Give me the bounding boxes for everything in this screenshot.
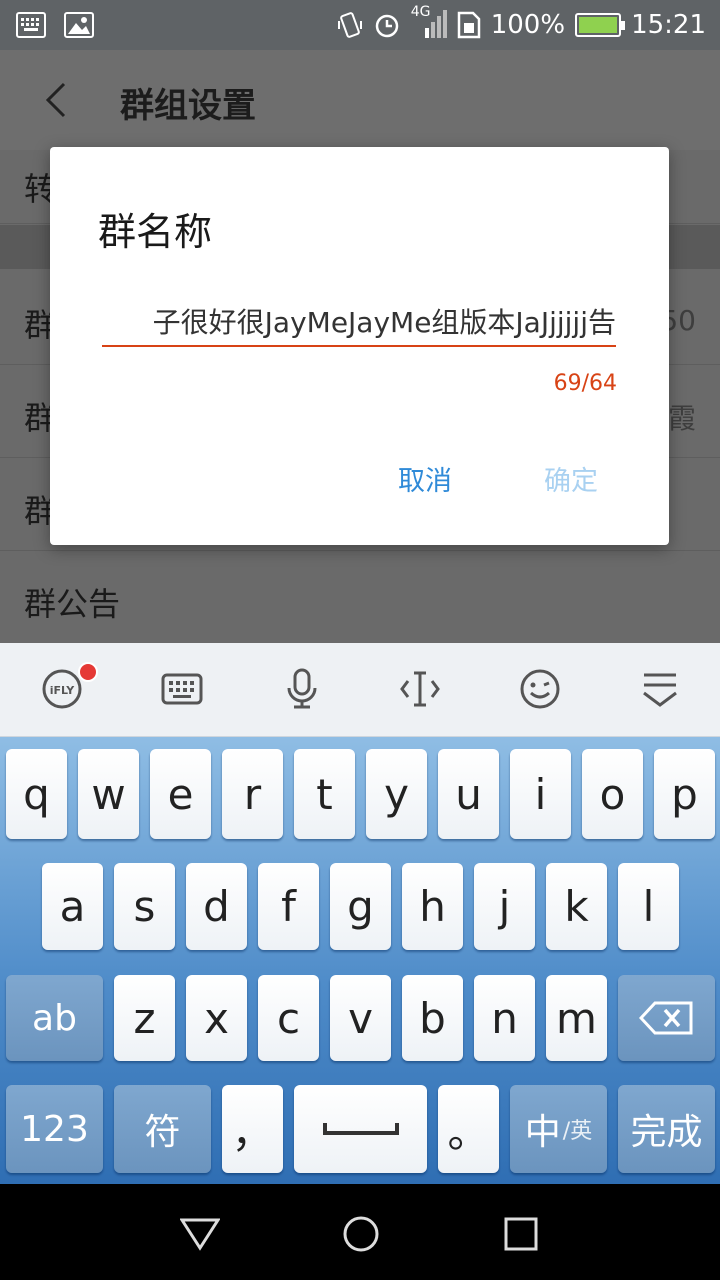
key-u[interactable]: u (438, 749, 499, 839)
status-bar: 4G 100% 15:21 (0, 0, 720, 50)
group-name-input[interactable]: 子很好很JayMeJayMe组版本JaJjjjjj告 (102, 297, 616, 347)
backspace-key[interactable] (618, 975, 715, 1061)
key-n[interactable]: n (474, 975, 535, 1061)
key-o[interactable]: o (582, 749, 643, 839)
row-value: 霞 (667, 402, 696, 435)
cancel-button[interactable]: 取消 (398, 459, 452, 498)
lang-main-label: 中 (524, 1112, 561, 1153)
text-cursor-icon[interactable] (398, 667, 442, 711)
sim-icon (457, 11, 480, 39)
keyboard-icon[interactable] (160, 667, 204, 711)
lang-sub-label: /英 (562, 1119, 593, 1144)
confirm-button[interactable]: 确定 (544, 459, 598, 498)
row-label: 群公告 (24, 585, 121, 623)
key-v[interactable]: v (330, 975, 391, 1061)
clock: 15:21 (631, 10, 706, 40)
hide-keyboard-icon[interactable] (638, 667, 682, 711)
key-e[interactable]: e (150, 749, 211, 839)
key-l[interactable]: l (618, 863, 679, 950)
key-s[interactable]: s (114, 863, 175, 950)
soft-keyboard: q w e r t y u i o p a s d f g h j k l ab… (0, 737, 720, 1184)
alarm-icon (375, 14, 398, 38)
app-bar: 群组设置 (0, 50, 720, 150)
space-key[interactable] (294, 1085, 427, 1173)
period-key[interactable]: 。 (438, 1085, 499, 1173)
key-p[interactable]: p (654, 749, 715, 839)
keyboard-icon (16, 12, 46, 38)
key-q[interactable]: q (6, 749, 67, 839)
key-w[interactable]: w (78, 749, 139, 839)
key-b[interactable]: b (402, 975, 463, 1061)
home-circle-icon[interactable] (341, 1214, 381, 1254)
navigation-bar (0, 1184, 720, 1280)
key-j[interactable]: j (474, 863, 535, 950)
page-title: 群组设置 (120, 86, 256, 126)
key-y[interactable]: y (366, 749, 427, 839)
done-key[interactable]: 完成 (618, 1085, 715, 1173)
dialog-title: 群名称 (98, 210, 213, 254)
key-g[interactable]: g (330, 863, 391, 950)
microphone-icon[interactable] (280, 667, 324, 711)
back-arrow-icon[interactable] (40, 82, 76, 118)
char-counter: 69/64 (553, 371, 617, 396)
image-icon (64, 12, 94, 38)
notification-dot (78, 662, 98, 682)
back-triangle-icon[interactable] (180, 1214, 220, 1254)
space-icon (322, 1123, 399, 1135)
key-t[interactable]: t (294, 749, 355, 839)
recents-square-icon[interactable] (501, 1214, 541, 1254)
key-k[interactable]: k (546, 863, 607, 950)
comma-key[interactable]: ， (222, 1085, 283, 1173)
language-toggle-key[interactable]: 中/英 (510, 1085, 607, 1173)
vibrate-icon (337, 12, 362, 38)
key-c[interactable]: c (258, 975, 319, 1061)
key-a[interactable]: a (42, 863, 103, 950)
group-name-dialog: 群名称 子很好很JayMeJayMe组版本JaJjjjjj告 69/64 取消 … (50, 147, 669, 545)
key-h[interactable]: h (402, 863, 463, 950)
backspace-icon (638, 1001, 692, 1035)
numbers-key[interactable]: 123 (6, 1085, 103, 1173)
key-r[interactable]: r (222, 749, 283, 839)
shift-key[interactable]: ab (6, 975, 103, 1061)
battery-icon (575, 13, 626, 37)
svg-text:iFLY: iFLY (50, 684, 76, 697)
key-i[interactable]: i (510, 749, 571, 839)
battery-percent: 100% (490, 10, 566, 40)
key-m[interactable]: m (546, 975, 607, 1061)
key-d[interactable]: d (186, 863, 247, 950)
key-x[interactable]: x (186, 975, 247, 1061)
settings-row-announcement[interactable]: 群公告 (0, 551, 720, 643)
input-value: 子很好很JayMeJayMe组版本JaJjjjjj告 (152, 306, 616, 339)
symbols-key[interactable]: 符 (114, 1085, 211, 1173)
signal-icon: 4G (411, 4, 447, 40)
key-z[interactable]: z (114, 975, 175, 1061)
keyboard-toolbar: iFLY (0, 643, 720, 737)
key-f[interactable]: f (258, 863, 319, 950)
emoji-icon[interactable] (518, 667, 562, 711)
